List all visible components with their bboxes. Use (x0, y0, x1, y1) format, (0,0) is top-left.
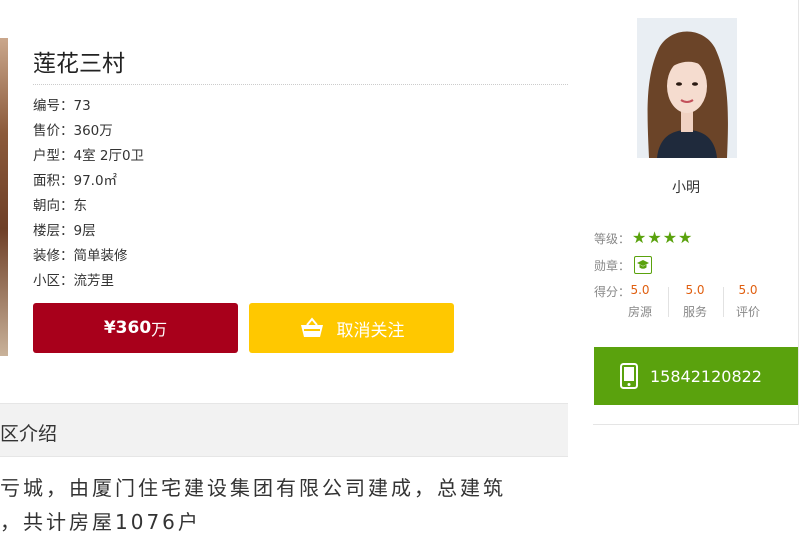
agent-phone-number: 15842120822 (650, 366, 762, 386)
spec-orientation: 朝向：东 (33, 194, 144, 219)
mobile-phone-icon (620, 363, 638, 389)
price-unit: 万 (151, 320, 168, 339)
medal-label: 勋章： (594, 259, 631, 273)
spec-value: 4室 2厅0卫 (73, 148, 145, 164)
community-intro-text: 亏城，由厦门住宅建设集团有限公司建成，总建筑 (0, 476, 506, 500)
spec-floor: 楼层：9层 (33, 219, 144, 244)
spec-value: 东 (73, 198, 88, 214)
spec-community: 小区：流芳里 (33, 269, 144, 294)
level-label: 等级： (594, 232, 631, 246)
agent-avatar[interactable] (637, 18, 737, 158)
community-intro-text-2: ，共计房屋1076户 (0, 510, 201, 534)
listing-title: 莲花三村 (33, 51, 125, 77)
community-section-header: 区介绍 (0, 403, 568, 457)
spec-layout: 户型：4室 2厅0卫 (33, 144, 144, 169)
spec-label: 编号： (33, 98, 74, 114)
spec-label: 楼层： (33, 223, 74, 239)
spec-label: 售价： (33, 123, 74, 139)
score-name: 服务 (682, 305, 707, 319)
spec-decoration: 装修：简单装修 (33, 244, 144, 269)
spec-area: 面积：97.0㎡ (33, 169, 144, 194)
score-service: 5.0 服务 (669, 283, 721, 320)
unfollow-button[interactable]: 取消关注 (249, 303, 454, 353)
spec-value: 97.0㎡ (73, 173, 118, 189)
agent-phone-button[interactable]: 15842120822 (594, 347, 798, 405)
spec-id: 编号：73 (33, 94, 144, 119)
listing-specs: 编号：73 售价：360万 户型：4室 2厅0卫 面积：97.0㎡ 朝向：东 楼… (33, 94, 144, 294)
graduation-cap-icon (634, 256, 652, 274)
price-button[interactable]: ¥360 万 (33, 303, 238, 353)
price-amount: ¥360 (103, 318, 152, 338)
spec-value: 流芳里 (73, 273, 115, 289)
score-value: 5.0 (685, 283, 705, 297)
section-title: 区介绍 (0, 423, 58, 445)
score-name: 房源 (627, 305, 652, 319)
score-listings: 5.0 房源 (614, 283, 666, 320)
level-stars: ★★★★ (632, 228, 694, 247)
listing-photo[interactable] (0, 38, 8, 356)
spec-label: 户型： (33, 148, 74, 164)
spec-value: 360万 (73, 123, 113, 139)
score-value: 5.0 (738, 283, 758, 297)
spec-label: 小区： (33, 273, 74, 289)
spec-label: 面积： (33, 173, 74, 189)
basket-icon (300, 317, 323, 337)
spec-label: 朝向： (33, 198, 74, 214)
spec-value: 73 (73, 98, 91, 114)
spec-value: 简单装修 (73, 248, 128, 264)
agent-name: 小明 (672, 180, 700, 196)
score-name: 评价 (735, 305, 760, 319)
unfollow-label: 取消关注 (336, 320, 405, 341)
spec-price: 售价：360万 (33, 119, 144, 144)
spec-label: 装修： (33, 248, 74, 264)
score-review: 5.0 评价 (722, 283, 774, 320)
spec-value: 9层 (73, 223, 96, 239)
score-value: 5.0 (630, 283, 650, 297)
title-divider (33, 84, 568, 85)
